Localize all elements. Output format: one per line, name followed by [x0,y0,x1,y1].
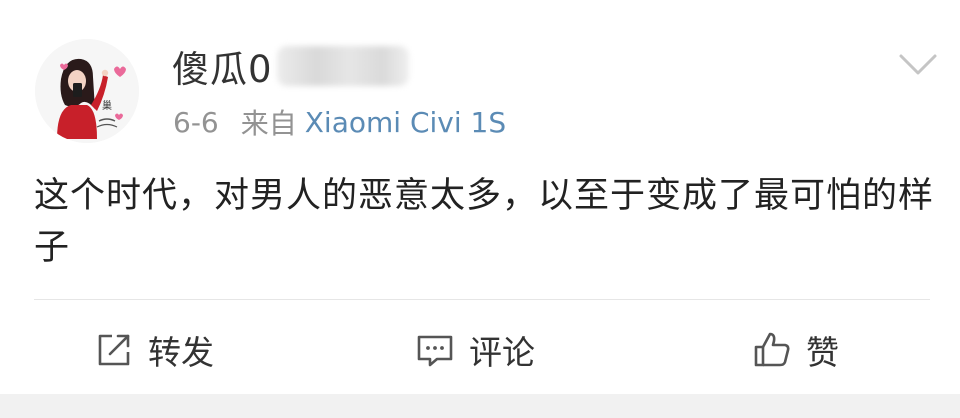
chevron-down-icon [899,54,937,75]
post-meta: 6-6 来自 Xiaomi Civi 1S [173,102,506,142]
source-link[interactable]: Xiaomi Civi 1S [305,106,506,139]
avatar-illustration-icon: 巢 [35,39,139,143]
thumbs-up-icon [754,332,790,367]
repost-button[interactable]: 转发 [94,322,214,378]
post-menu-button[interactable] [897,48,939,80]
avatar[interactable]: 巢 [35,39,139,143]
redacted-name-blur [276,46,409,86]
like-label: 赞 [806,333,839,372]
author-row: 傻瓜0 [172,40,409,92]
comment-button[interactable]: 评论 [415,322,535,378]
footer-spacer [0,394,960,418]
comment-label: 评论 [469,333,535,372]
post-text: 这个时代，对男人的恶意太多，以至于变成了最可怕的样子 [34,176,935,268]
repost-label: 转发 [148,333,214,372]
post-time: 6-6 [173,105,219,139]
author-name[interactable]: 傻瓜0 [172,39,273,93]
source-prefix: 来自 [240,107,297,140]
share-icon [98,334,130,366]
weibo-post-card: 巢 傻瓜0 6-6 来自 Xiaomi Civi 1S 这个时代，对男人的恶意太… [0,0,960,394]
divider [34,299,930,300]
comment-icon [417,335,453,367]
svg-text:巢: 巢 [102,99,112,112]
like-button[interactable]: 赞 [752,322,839,378]
